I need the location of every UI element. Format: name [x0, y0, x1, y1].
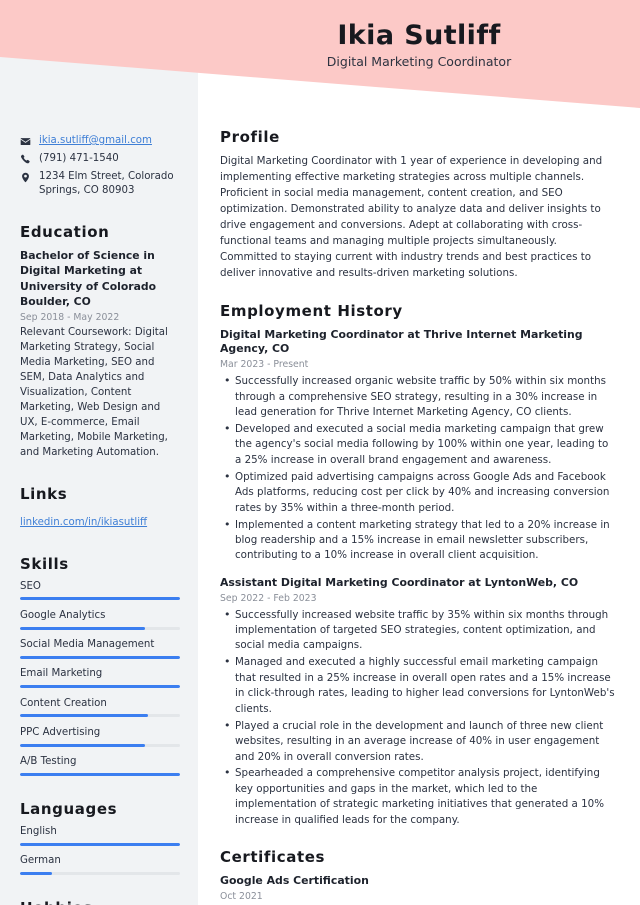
skill-row: Social Media Management — [20, 638, 180, 659]
links-section: Links linkedin.com/in/ikiasutliff — [20, 485, 180, 530]
resume-document: Ikia Sutliff Digital Marketing Coordinat… — [0, 0, 640, 905]
skills-section: Skills SEO Google Analytics Social Media M… — [20, 555, 180, 776]
certificate-entry: Google Ads Certification Oct 2021 — [220, 874, 616, 903]
contact-phone-row: (791) 471-1540 — [20, 152, 180, 167]
skill-row: PPC Advertising — [20, 726, 180, 747]
language-label: German — [20, 855, 61, 867]
job-bullet: Optimized paid advertising campaigns acr… — [220, 469, 616, 516]
skill-label: Email Marketing — [20, 668, 103, 680]
skill-label: SEO — [20, 580, 41, 592]
skill-label: Social Media Management — [20, 639, 155, 651]
map-pin-icon — [20, 170, 31, 183]
job-title: Digital Marketing Coordinator at Thrive … — [220, 327, 583, 356]
contact-address-row: 1234 Elm Street, Colorado Springs, CO 80… — [20, 170, 180, 200]
language-meter-track — [20, 842, 180, 846]
certificates-heading: Certificates — [220, 848, 326, 867]
language-label: English — [20, 825, 57, 837]
skill-meter-track — [20, 685, 180, 689]
job-title: Assistant Digital Marketing Coordinator … — [220, 575, 579, 589]
profile-text: Digital Marketing Coordinator with 1 yea… — [220, 155, 603, 279]
job-bullet-list: Successfully increased website traffic b… — [220, 607, 616, 829]
skills-list: SEO Google Analytics Social Media Manageme… — [20, 580, 180, 776]
languages-section: Languages English German — [20, 800, 180, 875]
hobbies-section: Hobbies — [20, 899, 180, 905]
certificates-section: Certificates Google Ads Certification Oct… — [220, 848, 616, 905]
contact-phone-value: (791) 471-1540 — [39, 152, 119, 164]
job-bullet: Spearheaded a comprehensive competitor a… — [220, 765, 616, 828]
skill-meter-track — [20, 743, 180, 747]
skill-row: Google Analytics — [20, 609, 180, 630]
envelope-icon — [20, 134, 31, 147]
skill-meter-track — [20, 655, 180, 659]
skill-label: PPC Advertising — [20, 726, 101, 738]
skill-label: A/B Testing — [20, 756, 77, 768]
education-entry: Bachelor of Science in Digital Marketing… — [20, 248, 180, 461]
skill-label: Content Creation — [20, 697, 107, 709]
language-meter-fill — [20, 872, 52, 875]
languages-heading: Languages — [20, 799, 118, 818]
job-entry: Digital Marketing Coordinator at Thrive … — [220, 328, 616, 564]
education-description: Relevant Coursework: Digital Marketing S… — [20, 327, 168, 459]
skill-meter-track — [20, 772, 180, 776]
skill-meter-track — [20, 597, 180, 601]
skill-meter-fill — [20, 626, 145, 630]
skill-row: Email Marketing — [20, 667, 180, 689]
skill-meter-fill — [20, 655, 180, 659]
skill-row: SEO — [20, 580, 180, 601]
candidate-job-title: Digital Marketing Coordinator — [326, 54, 512, 70]
job-bullet: Successfully increased website traffic b… — [220, 607, 616, 654]
skill-meter-fill — [20, 597, 180, 601]
contact-address-value: 1234 Elm Street, Colorado Springs, CO 80… — [39, 170, 174, 197]
job-entry: Assistant Digital Marketing Coordinator … — [220, 576, 616, 828]
job-bullet: Played a crucial role in the development… — [220, 718, 616, 765]
candidate-name: Ikia Sutliff — [337, 20, 501, 51]
skill-meter-fill — [20, 743, 145, 747]
skill-meter-track — [20, 714, 180, 718]
education-degree: Bachelor of Science in Digital Marketing… — [20, 249, 157, 309]
job-bullet: Implemented a content marketing strategy… — [220, 517, 616, 564]
education-heading: Education — [20, 223, 110, 242]
jobs-list: Digital Marketing Coordinator at Thrive … — [220, 328, 616, 829]
contact-email-row[interactable]: ikia.sutliff@gmail.com — [20, 134, 180, 149]
hobbies-heading: Hobbies — [20, 899, 180, 905]
language-row: English — [20, 825, 180, 846]
link-linkedin[interactable]: linkedin.com/in/ikiasutliff — [20, 515, 147, 530]
phone-icon — [20, 152, 31, 165]
certificates-list: Google Ads CertificationOct 2021HubSpot … — [220, 874, 616, 905]
job-date: Mar 2023 - Present — [220, 359, 309, 371]
education-section: Education Bachelor of Science in Digital… — [20, 223, 180, 461]
profile-heading: Profile — [220, 128, 280, 146]
contact-email-value[interactable]: ikia.sutliff@gmail.com — [39, 134, 152, 149]
job-bullet-list: Successfully increased organic website t… — [220, 373, 616, 564]
job-bullet: Developed and executed a social media ma… — [220, 421, 616, 468]
sidebar: ikia.sutliff@gmail.com (791) 471-1540 12… — [0, 0, 198, 905]
skill-row: Content Creation — [20, 697, 180, 718]
links-heading: Links — [20, 485, 68, 504]
language-meter-track — [20, 872, 180, 875]
job-bullet: Managed and executed a highly successful… — [220, 654, 616, 717]
skill-meter-track — [20, 626, 180, 630]
profile-section: Profile Digital Marketing Coordinator wi… — [220, 128, 616, 282]
main-column: Profile Digital Marketing Coordinator wi… — [198, 0, 640, 905]
employment-section: Employment History Digital Marketing Coo… — [220, 302, 616, 829]
certificate-name: Google Ads Certification — [220, 874, 369, 888]
job-date: Sep 2022 - Feb 2023 — [220, 592, 317, 604]
skills-heading: Skills — [20, 554, 69, 573]
certificate-date: Oct 2021 — [220, 890, 263, 902]
header-identity: Ikia Sutliff Digital Marketing Coordinat… — [198, 0, 640, 69]
language-row: German — [20, 854, 180, 875]
language-meter-fill — [20, 842, 180, 846]
job-bullet: Successfully increased organic website t… — [220, 373, 616, 420]
skill-meter-fill — [20, 714, 148, 718]
skill-meter-fill — [20, 685, 180, 689]
languages-list: English German — [20, 825, 180, 875]
skill-row: A/B Testing — [20, 755, 180, 776]
skill-label: Google Analytics — [20, 609, 106, 621]
employment-heading: Employment History — [220, 301, 403, 320]
education-date: Sep 2018 - May 2022 — [20, 312, 120, 324]
skill-meter-fill — [20, 772, 180, 776]
